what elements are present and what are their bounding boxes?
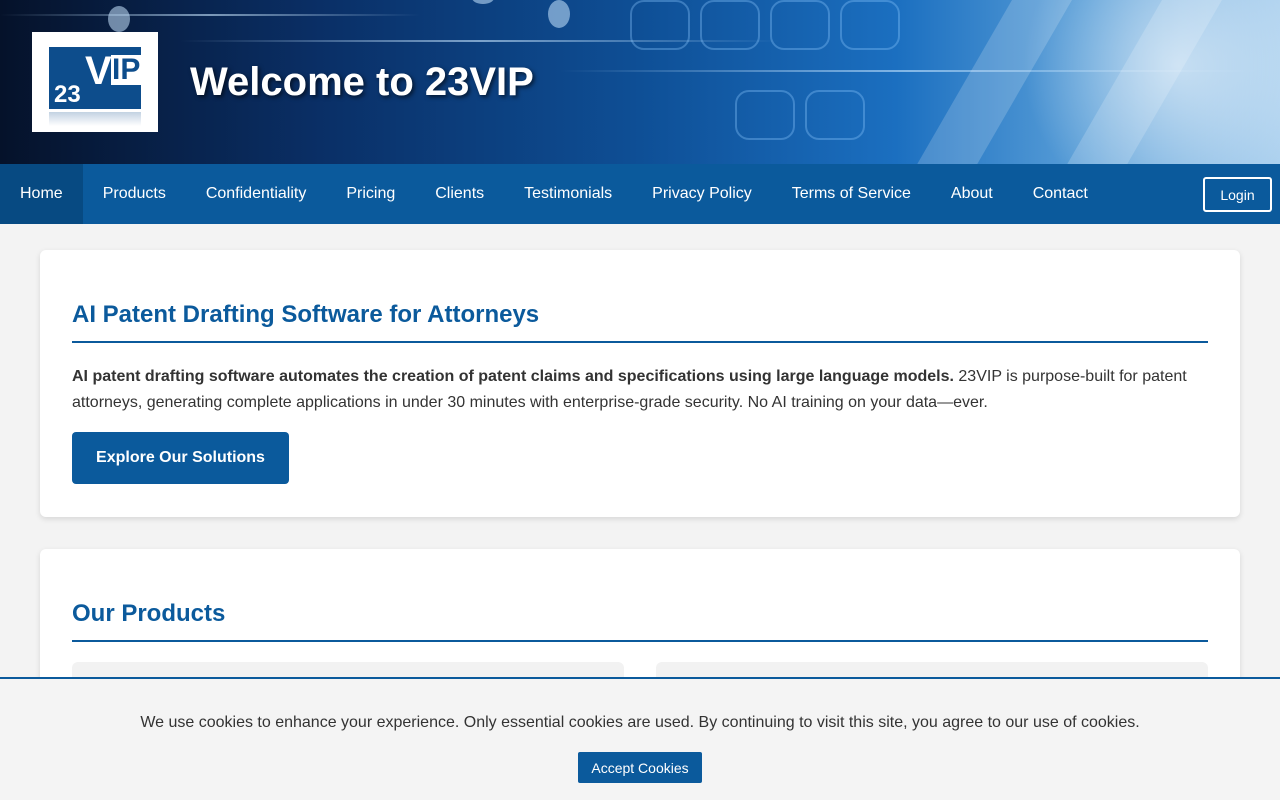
accept-cookies-button[interactable]: Accept Cookies xyxy=(578,752,702,783)
nav-item-privacy-policy[interactable]: Privacy Policy xyxy=(632,164,772,224)
nav-item-clients[interactable]: Clients xyxy=(415,164,504,224)
site-title: Welcome to 23VIP xyxy=(190,60,534,104)
cookie-message: We use cookies to enhance your experienc… xyxy=(140,714,1140,731)
main-nav: Home Products Confidentiality Pricing Cl… xyxy=(0,164,1280,224)
banner-decoration xyxy=(735,90,795,140)
cookie-banner: We use cookies to enhance your experienc… xyxy=(0,677,1280,800)
logo-text-ip: IP xyxy=(111,53,142,86)
hero-description-bold: AI patent drafting software automates th… xyxy=(72,368,954,385)
banner-decoration xyxy=(630,0,690,50)
site-logo[interactable]: 23 V IP xyxy=(32,32,158,132)
nav-item-about[interactable]: About xyxy=(931,164,1013,224)
banner-decoration xyxy=(108,6,130,32)
nav-item-products[interactable]: Products xyxy=(83,164,186,224)
hero-section: AI Patent Drafting Software for Attorney… xyxy=(40,250,1240,517)
explore-solutions-button[interactable]: Explore Our Solutions xyxy=(72,432,289,484)
banner-decoration xyxy=(548,0,570,28)
products-heading: Our Products xyxy=(72,600,1208,642)
nav-item-pricing[interactable]: Pricing xyxy=(326,164,415,224)
hero-heading: AI Patent Drafting Software for Attorney… xyxy=(72,301,1208,343)
banner-decoration xyxy=(180,40,780,42)
logo-text-23: 23 xyxy=(54,81,81,108)
logo-reflection xyxy=(49,112,141,126)
banner-decoration xyxy=(840,0,900,50)
logo-mark: 23 V IP xyxy=(49,47,142,109)
login-button[interactable]: Login xyxy=(1203,177,1272,212)
banner-decoration xyxy=(0,14,420,16)
banner-decoration xyxy=(805,90,865,140)
nav-item-testimonials[interactable]: Testimonials xyxy=(504,164,632,224)
banner-decoration xyxy=(700,0,760,50)
banner-decoration xyxy=(472,0,494,4)
header-banner: 23 V IP Welcome to 23VIP xyxy=(0,0,1280,164)
banner-decoration xyxy=(940,0,1280,164)
nav-item-confidentiality[interactable]: Confidentiality xyxy=(186,164,327,224)
hero-description: AI patent drafting software automates th… xyxy=(72,364,1208,416)
nav-item-contact[interactable]: Contact xyxy=(1013,164,1108,224)
nav-item-home[interactable]: Home xyxy=(0,164,83,224)
logo-text-v: V xyxy=(85,49,112,93)
banner-decoration xyxy=(770,0,830,50)
nav-item-terms-of-service[interactable]: Terms of Service xyxy=(772,164,931,224)
